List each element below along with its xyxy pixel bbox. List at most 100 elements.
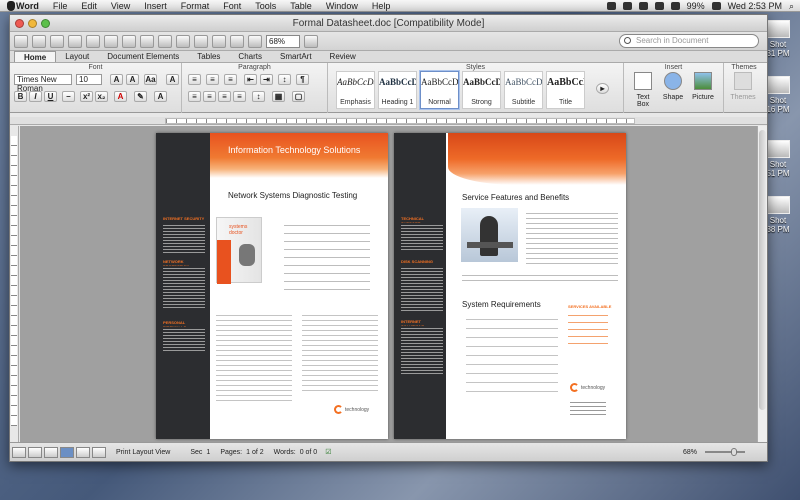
line-spacing-button[interactable]: ↕: [252, 91, 265, 102]
align-right-button[interactable]: ≡: [218, 91, 231, 102]
save-icon[interactable]: [68, 34, 82, 48]
battery-label[interactable]: 99%: [687, 1, 705, 11]
tab-home[interactable]: Home: [14, 51, 57, 62]
show-marks-button[interactable]: ¶: [296, 74, 309, 85]
superscript-button[interactable]: x²: [80, 91, 93, 102]
style-normal[interactable]: AaBbCcDdEeNormal: [420, 71, 459, 109]
styles-more-button[interactable]: ▸: [596, 83, 609, 94]
align-center-button[interactable]: ≡: [203, 91, 216, 102]
status-icon[interactable]: [606, 2, 616, 10]
clock[interactable]: Wed 2:53 PM: [728, 1, 782, 11]
title-bar[interactable]: Formal Datasheet.doc [Compatibility Mode…: [10, 15, 767, 32]
strikethrough-button[interactable]: –: [62, 91, 75, 102]
menu-file[interactable]: File: [46, 0, 75, 12]
cut-icon[interactable]: [104, 34, 118, 48]
zoom-slider[interactable]: [705, 448, 745, 456]
templates-icon[interactable]: [32, 34, 46, 48]
print-icon[interactable]: [86, 34, 100, 48]
style-heading-1[interactable]: AaBbCcDcHeading 1: [378, 71, 417, 109]
wifi-icon[interactable]: [654, 2, 664, 10]
sidebar-icon[interactable]: [230, 34, 244, 48]
tab-smartart[interactable]: SmartArt: [271, 51, 321, 62]
style-emphasis[interactable]: AaBbCcDdEeEmphasis: [336, 71, 375, 109]
font-name-field[interactable]: Times New Roman: [14, 74, 72, 93]
tab-layout[interactable]: Layout: [56, 51, 98, 62]
search-input[interactable]: Search in Document: [619, 34, 759, 48]
italic-button[interactable]: I: [29, 91, 42, 102]
zoom-slider-knob[interactable]: [731, 448, 737, 456]
undo-icon[interactable]: [176, 34, 190, 48]
redo-icon[interactable]: [194, 34, 208, 48]
shading-button[interactable]: ▦: [272, 91, 285, 102]
themes-button[interactable]: Themes: [730, 72, 756, 101]
volume-icon[interactable]: [670, 2, 680, 10]
menu-edit[interactable]: Edit: [74, 0, 104, 12]
tab-tables[interactable]: Tables: [188, 51, 229, 62]
shrink-font-button[interactable]: A: [126, 74, 139, 85]
vertical-scrollbar[interactable]: [757, 126, 767, 442]
notebook-view-button[interactable]: [76, 446, 90, 458]
proofing-icon[interactable]: ☑: [325, 448, 331, 456]
sort-button[interactable]: ↕: [278, 74, 291, 85]
new-document-icon[interactable]: [14, 34, 28, 48]
subscript-button[interactable]: x₂: [95, 91, 108, 102]
borders-button[interactable]: ▢: [292, 91, 305, 102]
outline-view-button[interactable]: [28, 446, 42, 458]
menu-format[interactable]: Format: [174, 0, 217, 12]
picture-button[interactable]: Picture: [690, 72, 716, 101]
numbering-button[interactable]: ≡: [206, 74, 219, 85]
open-icon[interactable]: [50, 34, 64, 48]
font-color-button[interactable]: A: [114, 91, 127, 102]
document-page[interactable]: Service Features and Benefits TECHNICAL …: [394, 133, 626, 439]
zoom-select[interactable]: 68%: [266, 34, 300, 48]
bluetooth-icon[interactable]: [638, 2, 648, 10]
tab-document-elements[interactable]: Document Elements: [98, 51, 188, 62]
vertical-ruler[interactable]: [10, 126, 19, 442]
full-screen-view-button[interactable]: [92, 446, 106, 458]
publishing-view-button[interactable]: [44, 446, 58, 458]
style-title[interactable]: AaBbCcDcTitle: [546, 71, 585, 109]
highlight-button[interactable]: ✎: [134, 91, 147, 102]
text-effects-button[interactable]: A: [154, 91, 167, 102]
shape-button[interactable]: Shape: [660, 72, 686, 101]
format-painter-icon[interactable]: [158, 34, 172, 48]
justify-button[interactable]: ≡: [233, 91, 246, 102]
copy-icon[interactable]: [122, 34, 136, 48]
help-icon[interactable]: [304, 34, 318, 48]
menu-table[interactable]: Table: [283, 0, 319, 12]
paste-icon[interactable]: [140, 34, 154, 48]
style-strong[interactable]: AaBbCcDdEeStrong: [462, 71, 501, 109]
style-subtitle[interactable]: AaBbCcDdEeSubtitle: [504, 71, 543, 109]
align-left-button[interactable]: ≡: [188, 91, 201, 102]
scroll-thumb[interactable]: [759, 130, 766, 410]
menu-insert[interactable]: Insert: [137, 0, 174, 12]
battery-icon[interactable]: [711, 2, 721, 10]
pilcrow-icon[interactable]: [212, 34, 226, 48]
tab-charts[interactable]: Charts: [229, 51, 271, 62]
apple-icon[interactable]: [7, 1, 15, 11]
change-case-button[interactable]: Aa: [144, 74, 157, 85]
underline-button[interactable]: U: [44, 91, 57, 102]
clear-formatting-button[interactable]: A: [166, 74, 179, 85]
font-size-field[interactable]: 10: [76, 74, 102, 85]
status-icon[interactable]: [622, 2, 632, 10]
spotlight-icon[interactable]: ⌕: [789, 1, 794, 12]
menu-help[interactable]: Help: [365, 0, 398, 12]
document-page[interactable]: Information Technology Solutions Network…: [156, 133, 388, 439]
tab-review[interactable]: Review: [321, 51, 365, 62]
increase-indent-button[interactable]: ⇥: [260, 74, 273, 85]
menu-font[interactable]: Font: [216, 0, 248, 12]
toolbox-icon[interactable]: [248, 34, 262, 48]
decrease-indent-button[interactable]: ⇤: [244, 74, 257, 85]
horizontal-ruler[interactable]: [10, 117, 767, 125]
menu-window[interactable]: Window: [319, 0, 365, 12]
bullets-button[interactable]: ≡: [188, 74, 201, 85]
draft-view-button[interactable]: [12, 446, 26, 458]
menu-view[interactable]: View: [104, 0, 137, 12]
print-layout-view-button[interactable]: [60, 446, 74, 458]
grow-font-button[interactable]: A: [110, 74, 123, 85]
multilevel-list-button[interactable]: ≡: [224, 74, 237, 85]
bold-button[interactable]: B: [14, 91, 27, 102]
text-box-button[interactable]: Text Box: [630, 72, 656, 108]
document-canvas[interactable]: Information Technology Solutions Network…: [20, 126, 757, 442]
